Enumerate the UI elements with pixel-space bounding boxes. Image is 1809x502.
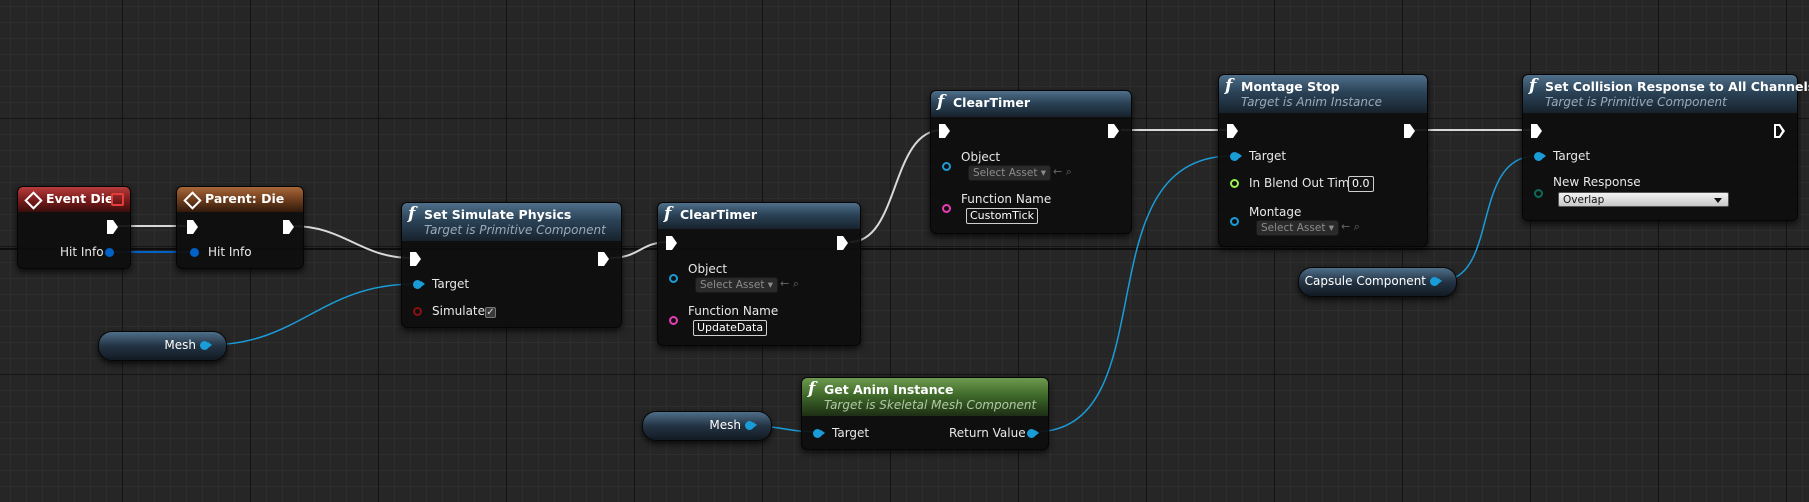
object-in-pin-target[interactable]: [813, 429, 825, 438]
delegate-in-pin-function-name[interactable]: [942, 204, 951, 213]
pin-label-hit-info: Hit Info: [60, 245, 104, 259]
node-header: f Get Anim Instance Target is Skeletal M…: [802, 378, 1048, 416]
object-in-pin-montage[interactable]: [1230, 217, 1239, 226]
event-diamond-icon: [183, 191, 202, 210]
function-icon: f: [1529, 76, 1537, 96]
select-asset-dropdown[interactable]: Select Asset ▾: [968, 165, 1052, 181]
object-in-pin-target[interactable]: [1230, 152, 1242, 161]
node-header: Event Die: [18, 187, 130, 212]
pin-label-function-name: Function Name: [688, 304, 779, 318]
bool-in-pin-simulate[interactable]: [413, 307, 422, 316]
use-asset-and-browse-icons[interactable]: ← ⌕: [1341, 220, 1360, 234]
delegate-output-icon[interactable]: [111, 193, 124, 206]
node-subtitle: Target is Primitive Component: [1545, 95, 1727, 109]
object-in-pin-target[interactable]: [1534, 152, 1546, 161]
delegate-in-pin-function-name[interactable]: [669, 316, 678, 325]
node-subtitle: Target is Anim Instance: [1241, 95, 1382, 109]
object-wire-mesh1-to-target[interactable]: [207, 283, 416, 346]
node-cleartimer-customtick[interactable]: f ClearTimer Object Select Asset ▾ ← ⌕ F…: [930, 90, 1132, 234]
exec-wire-cleartimer1-to-cleartimer2[interactable]: [849, 129, 943, 243]
pin-label-blend-out-time: In Blend Out Time: [1249, 176, 1357, 190]
node-title: Set Collision Response to All Channels: [1545, 79, 1809, 94]
struct-out-pin-hit-info[interactable]: [105, 248, 114, 257]
select-asset-dropdown[interactable]: Select Asset ▾: [1256, 220, 1340, 236]
object-in-pin-object[interactable]: [942, 162, 951, 171]
variable-node-mesh-2[interactable]: Mesh: [642, 411, 772, 441]
node-header: f Set Collision Response to All Channels…: [1523, 75, 1809, 113]
struct-in-pin-hit-info[interactable]: [190, 248, 199, 257]
chevron-down-icon: [1714, 198, 1722, 203]
function-icon: f: [937, 92, 945, 112]
pin-label-object: Object: [961, 150, 1001, 164]
function-name-input[interactable]: UpdateData: [693, 320, 768, 336]
node-header: f Set Simulate Physics Target is Primiti…: [402, 203, 621, 241]
pin-label-target: Target: [432, 277, 470, 291]
blueprint-graph-canvas[interactable]: Event Die Hit Info Parent: Die Hit Info …: [0, 0, 1809, 502]
node-title: Parent: Die: [205, 191, 285, 206]
event-diamond-icon: [24, 191, 43, 210]
node-set-collision-response[interactable]: f Set Collision Response to All Channels…: [1522, 74, 1809, 221]
function-icon: f: [1225, 76, 1233, 96]
object-out-pin-return-value[interactable]: [1027, 429, 1039, 438]
simulate-checkbox[interactable]: ✓: [485, 307, 496, 318]
node-title: ClearTimer: [680, 207, 758, 222]
pin-label-object: Object: [688, 262, 728, 276]
function-icon: f: [808, 379, 816, 399]
function-icon: f: [408, 204, 416, 224]
node-set-simulate-physics[interactable]: f Set Simulate Physics Target is Primiti…: [401, 202, 622, 328]
object-out-pin-capsule-component[interactable]: [1430, 277, 1442, 286]
node-header: Parent: Die: [177, 187, 303, 212]
object-out-pin-mesh[interactable]: [745, 421, 757, 430]
variable-label: Capsule Component: [1304, 274, 1426, 288]
node-title: Montage Stop: [1241, 79, 1340, 94]
pin-label-target: Target: [1553, 149, 1591, 163]
blend-out-time-input[interactable]: 0.0: [1348, 176, 1374, 192]
pin-label-return-value: Return Value: [949, 426, 1026, 440]
node-title: Set Simulate Physics: [424, 207, 572, 222]
object-out-pin-mesh[interactable]: [200, 341, 212, 350]
node-subtitle: Target is Primitive Component: [424, 223, 606, 237]
node-montage-stop[interactable]: f Montage Stop Target is Anim Instance T…: [1218, 74, 1428, 247]
function-icon: f: [664, 204, 672, 224]
node-header: f ClearTimer: [931, 91, 1131, 117]
node-parent-die[interactable]: Parent: Die Hit Info: [176, 186, 304, 269]
node-title: ClearTimer: [953, 95, 1031, 110]
node-subtitle: Target is Skeletal Mesh Component: [824, 398, 1037, 412]
variable-label: Mesh: [709, 418, 741, 432]
node-get-anim-instance[interactable]: f Get Anim Instance Target is Skeletal M…: [801, 377, 1049, 450]
node-title: Get Anim Instance: [824, 382, 954, 397]
node-cleartimer-updatedata[interactable]: f ClearTimer Object Select Asset ▾ ← ⌕ F…: [657, 202, 861, 346]
pin-label-new-response: New Response: [1553, 175, 1641, 189]
select-asset-dropdown[interactable]: Select Asset ▾: [695, 277, 779, 293]
node-header: f Montage Stop Target is Anim Instance: [1219, 75, 1427, 113]
function-name-input[interactable]: CustomTick: [966, 208, 1038, 224]
pin-label-target: Target: [832, 426, 870, 440]
node-event-die[interactable]: Event Die Hit Info: [17, 186, 131, 269]
use-asset-and-browse-icons[interactable]: ← ⌕: [1053, 165, 1072, 179]
enum-in-pin-new-response[interactable]: [1534, 189, 1543, 198]
pin-label-hit-info: Hit Info: [208, 245, 252, 259]
use-asset-and-browse-icons[interactable]: ← ⌕: [780, 277, 799, 291]
variable-node-mesh[interactable]: Mesh: [98, 331, 227, 361]
exec-wire-parent-to-simulate[interactable]: [291, 225, 413, 259]
float-in-pin-blend-out-time[interactable]: [1230, 179, 1239, 188]
object-in-pin-target[interactable]: [413, 280, 425, 289]
pin-label-target: Target: [1249, 149, 1287, 163]
pin-label-simulate: Simulate: [432, 304, 486, 318]
variable-node-capsule-component[interactable]: Capsule Component: [1298, 267, 1457, 297]
pin-label-montage: Montage: [1249, 205, 1302, 219]
variable-label: Mesh: [164, 338, 196, 352]
new-response-value: Overlap: [1563, 194, 1605, 206]
node-header: f ClearTimer: [658, 203, 860, 229]
new-response-dropdown[interactable]: Overlap: [1558, 192, 1729, 207]
pin-label-function-name: Function Name: [961, 192, 1052, 206]
object-in-pin-object[interactable]: [669, 274, 678, 283]
